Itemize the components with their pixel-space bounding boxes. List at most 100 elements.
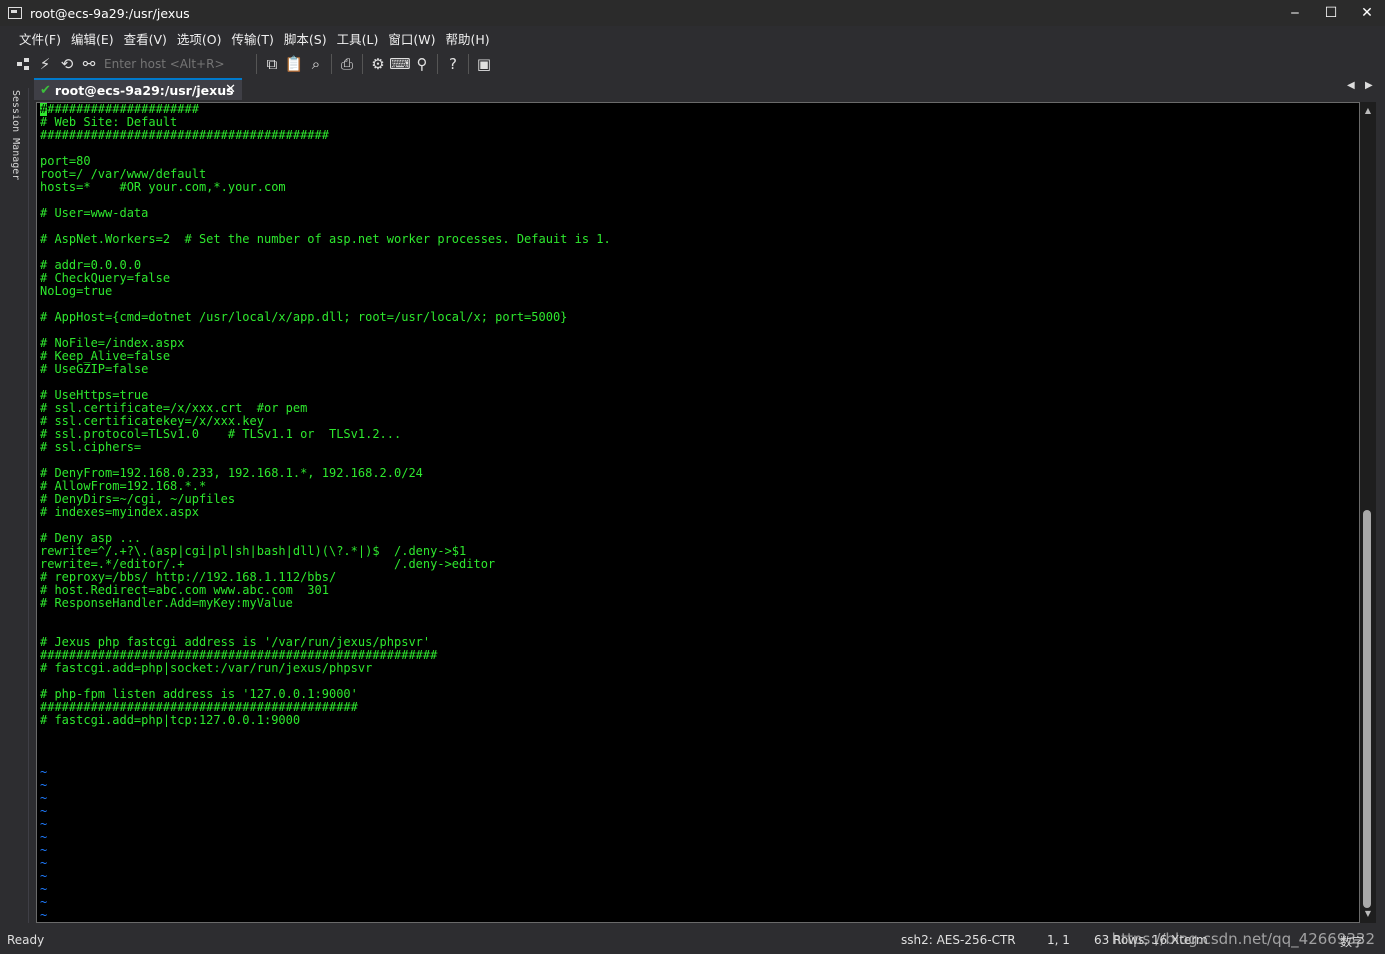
menu-view[interactable]: 查看(V) — [119, 29, 172, 48]
terminal-line: ~ — [40, 882, 48, 896]
terminal-line: NoLog=true — [40, 284, 113, 298]
sftp-icon[interactable]: ⚲ — [411, 53, 433, 75]
terminal-line: ~ — [40, 869, 48, 883]
connect-icon[interactable] — [12, 53, 34, 75]
menu-transfer[interactable]: 传输(T) — [227, 29, 279, 48]
tab-label: root@ecs-9a29:/usr/jexus — [54, 82, 234, 98]
find-icon[interactable]: ⌕ — [305, 53, 327, 75]
watermark: https://blog.csdn.net/qq_42669332 — [1111, 930, 1375, 948]
terminal-line: # DenyFrom=192.168.0.233, 192.168.1.*, 1… — [40, 466, 423, 480]
status-ready: Ready — [7, 933, 45, 947]
disconnect-icon[interactable]: ⚯ — [78, 53, 100, 75]
app-icon — [8, 7, 22, 19]
terminal-view[interactable]: ###################### # Web Site: Defaul… — [36, 102, 1360, 923]
paste-icon[interactable]: 📋 — [283, 53, 305, 75]
terminal-line: # DenyDirs=~/cgi, ~/upfiles — [40, 492, 236, 506]
tab-close-icon[interactable]: ✕ — [225, 82, 236, 97]
terminal-line: ~ — [40, 895, 48, 909]
terminal-line: # addr=0.0.0.0 — [40, 258, 142, 272]
terminal-line: # indexes=myindex.aspx — [40, 505, 199, 519]
terminal-line: # fastcgi.add=php|socket:/var/run/jexus/… — [40, 661, 373, 675]
session-manager-label[interactable]: Session Manager — [10, 90, 21, 180]
menu-file[interactable]: 文件(F) — [14, 29, 66, 48]
terminal-line: # fastcgi.add=php|tcp:127.0.0.1:9000 — [40, 713, 301, 727]
reconnect-icon[interactable]: ⟲ — [56, 53, 78, 75]
menu-bar: 文件(F) 编辑(E) 查看(V) 选项(O) 传输(T) 脚本(S) 工具(L… — [0, 26, 1385, 50]
maximize-icon[interactable]: ☐ — [1313, 0, 1349, 26]
terminal-line: hosts=* #OR your.com,*.your.com — [40, 180, 286, 194]
menu-edit[interactable]: 编辑(E) — [66, 29, 119, 48]
status-protocol: ssh2: AES-256-CTR — [901, 933, 1016, 947]
print-icon[interactable]: ⎙ — [336, 53, 358, 75]
toolbar-separator — [331, 54, 332, 74]
quick-connect-icon[interactable]: ⚡ — [34, 53, 56, 75]
toolbar-separator — [256, 54, 257, 74]
copy-icon[interactable]: ⧉ — [261, 53, 283, 75]
terminal-line: # ssl.protocol=TLSv1.0 # TLSv1.1 or TLSv… — [40, 427, 402, 441]
terminal-line: ~ — [40, 817, 48, 831]
terminal-line: ~ — [40, 830, 48, 844]
keymap-icon[interactable]: ⌨ — [389, 53, 411, 75]
menu-help[interactable]: 帮助(H) — [440, 29, 494, 48]
toolbar-separator — [362, 54, 363, 74]
scroll-down-icon[interactable]: ▼ — [1360, 907, 1376, 921]
menu-script[interactable]: 脚本(S) — [279, 29, 332, 48]
tab-session[interactable]: ✔ root@ecs-9a29:/usr/jexus ✕ — [34, 78, 242, 100]
terminal-line: # AllowFrom=192.168.*.* — [40, 479, 207, 493]
terminal-line: ~ — [40, 778, 48, 792]
terminal-line: ~ — [40, 791, 48, 805]
terminal-line: "siteconf/default" 50L, 1263C — [40, 922, 250, 923]
terminal-line: # Keep_Alive=false — [40, 349, 171, 363]
terminal-line: # User=www-data — [40, 206, 149, 220]
tab-prev-icon[interactable]: ◀ — [1347, 80, 1355, 91]
terminal-line: ~ — [40, 765, 48, 779]
menu-window[interactable]: 窗口(W) — [383, 29, 440, 48]
close-window-icon[interactable]: ✕ — [1349, 0, 1385, 26]
menu-tools[interactable]: 工具(L) — [332, 29, 384, 48]
menu-options[interactable]: 选项(O) — [172, 29, 227, 48]
terminal-line: # AppHost={cmd=dotnet /usr/local/x/app.d… — [40, 310, 568, 324]
terminal-line: ~ — [40, 843, 48, 857]
settings-icon[interactable]: ⚙ — [367, 53, 389, 75]
help-icon[interactable]: ? — [442, 53, 464, 75]
terminal-line: # UseGZIP=false — [40, 362, 149, 376]
scroll-up-icon[interactable]: ▲ — [1360, 104, 1376, 118]
terminal-line: ######################################## — [40, 128, 329, 142]
terminal-line: ~ — [40, 856, 48, 870]
terminal-line: ###################### — [40, 102, 199, 116]
toolbar: ⚡ ⟲ ⚯ ⧉ 📋 ⌕ ⎙ ⚙ ⌨ ⚲ ? ▣ — [0, 50, 1385, 78]
terminal-line: # ssl.ciphers= — [40, 440, 142, 454]
toolbar-separator — [468, 54, 469, 74]
terminal-line: # NoFile=/index.aspx — [40, 336, 185, 350]
terminal-line: port=80 — [40, 154, 91, 168]
host-input[interactable] — [100, 54, 246, 74]
tab-next-icon[interactable]: ▶ — [1365, 80, 1373, 91]
session-manager-strip — [6, 88, 29, 923]
screenshot-icon[interactable]: ▣ — [473, 53, 495, 75]
minimize-icon[interactable]: ‒ — [1277, 0, 1313, 26]
toolbar-separator — [437, 54, 438, 74]
terminal-line: # AspNet.Workers=2 # Set the number of a… — [40, 232, 611, 246]
status-bar: Ready ssh2: AES-256-CTR 1, 1 63 Rows, 16… — [0, 928, 1385, 954]
connected-check-icon: ✔ — [40, 82, 51, 98]
status-cursor-position: 1, 1 — [1047, 933, 1070, 947]
tab-row: ✔ root@ecs-9a29:/usr/jexus ✕ ◀ ▶ — [34, 78, 1385, 100]
terminal-line: ~ — [40, 804, 48, 818]
title-bar: root@ecs-9a29:/usr/jexus — [0, 0, 1385, 26]
terminal-scrollbar[interactable]: ▲ ▼ — [1360, 102, 1376, 923]
terminal-line: # CheckQuery=false — [40, 271, 171, 285]
window-title: root@ecs-9a29:/usr/jexus — [30, 5, 190, 21]
session-manager-panel: Session Manager — [0, 78, 34, 926]
terminal-line: # ResponseHandler.Add=myKey:myValue — [40, 596, 293, 610]
scroll-thumb[interactable] — [1363, 510, 1371, 908]
